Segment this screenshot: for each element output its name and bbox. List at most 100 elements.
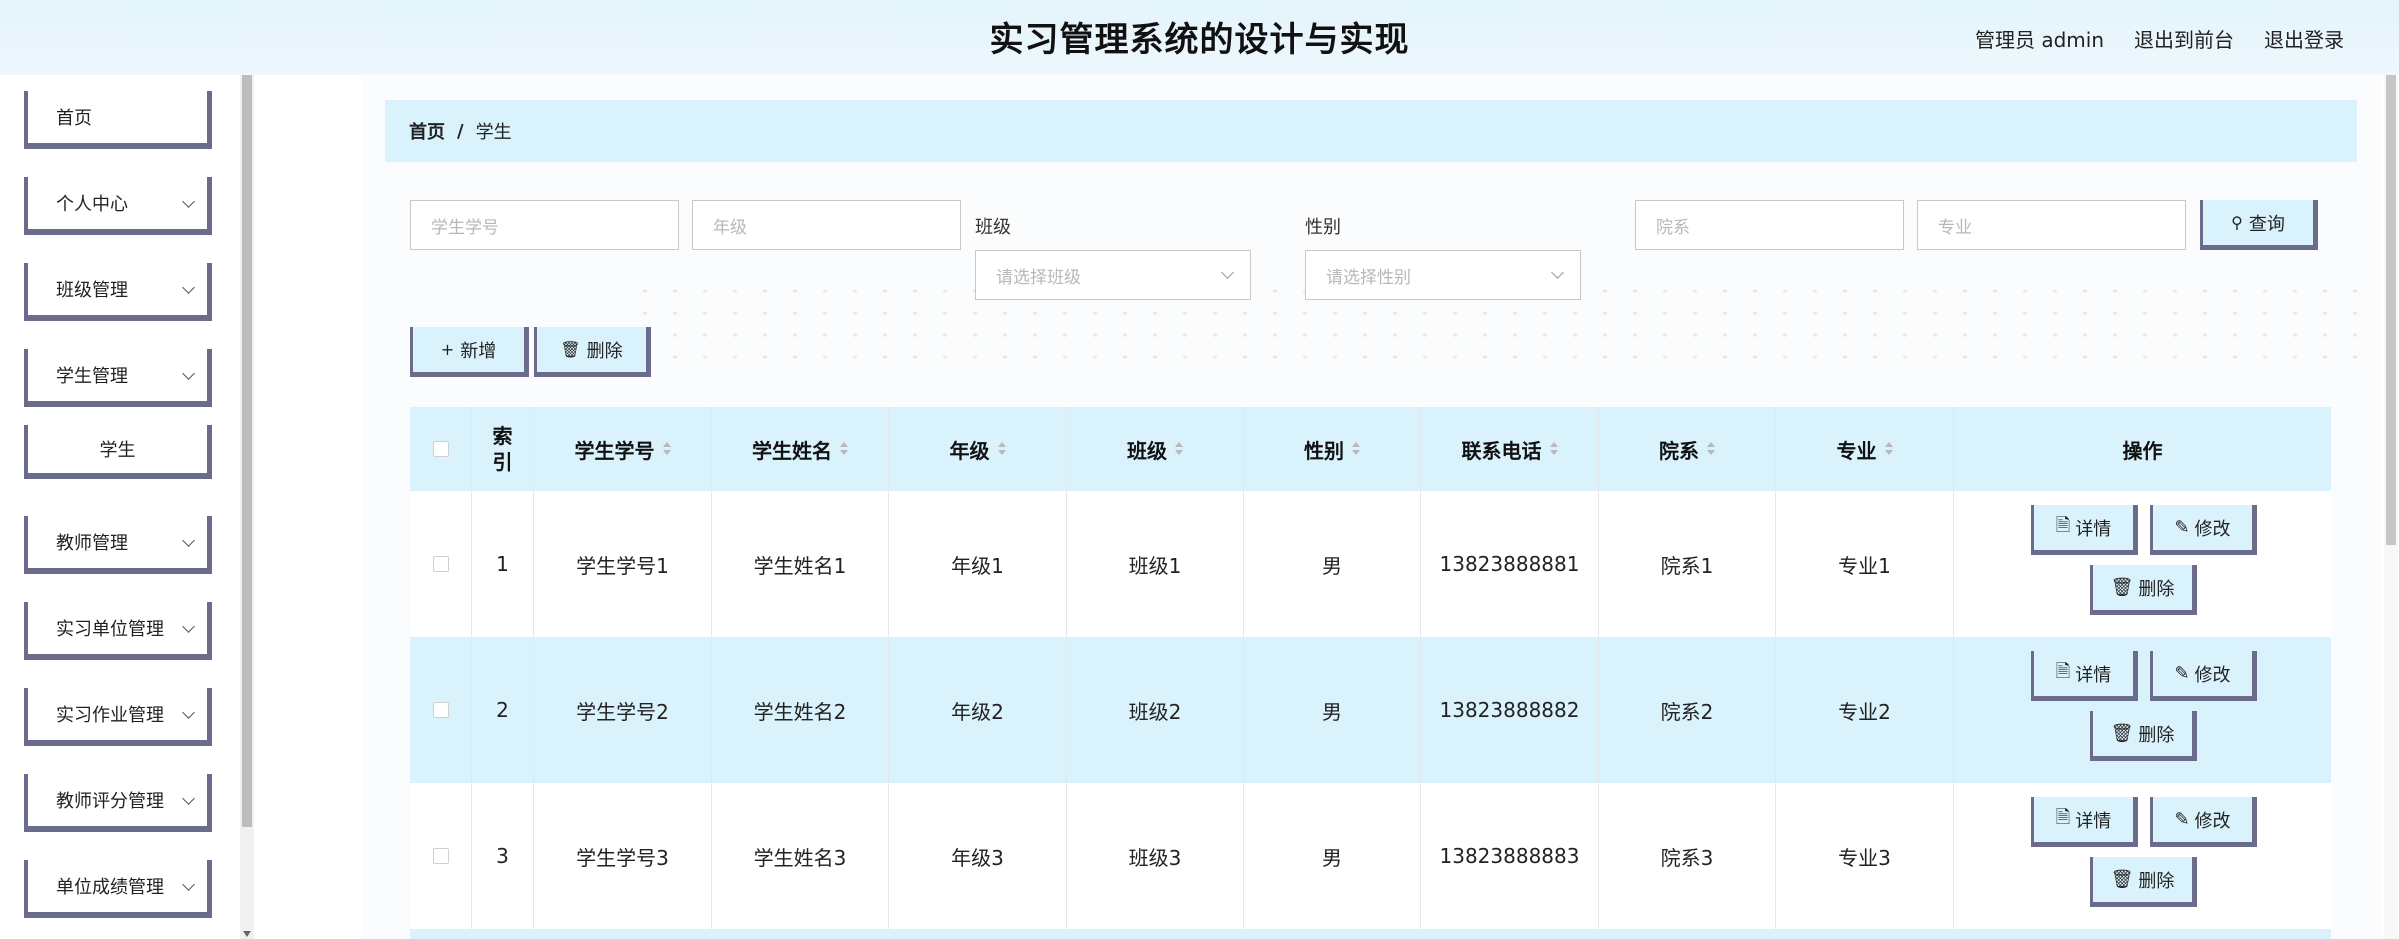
row-checkbox[interactable] — [432, 702, 449, 718]
delete-button[interactable]: 🗑 删除 — [2090, 857, 2197, 907]
header-gender[interactable]: 性别 — [1244, 407, 1421, 491]
sidebar-item-label: 学生 — [99, 440, 136, 461]
batch-delete-button[interactable]: 🗑 删除 — [534, 327, 651, 377]
detail-icon: 🗎 — [2055, 806, 2071, 828]
table-header: 索 引 学生学号 学生姓名 年级 班级 性别 联系电话 院系 专业 操作 — [410, 407, 2331, 491]
major-input[interactable]: 专业 — [1917, 200, 2186, 250]
chevron-down-icon — [182, 706, 195, 719]
header-phone[interactable]: 联系电话 — [1421, 407, 1599, 491]
edit-button[interactable]: ✎ 修改 — [2150, 505, 2257, 555]
row-checkbox[interactable] — [432, 556, 449, 572]
row-select[interactable] — [410, 491, 472, 637]
class-label: 班级 — [975, 217, 1011, 238]
header-label: 学生姓名 — [752, 438, 832, 463]
header-major[interactable]: 专业 — [1776, 407, 1954, 491]
select-all-checkbox[interactable] — [432, 441, 449, 457]
sidebar-item-class[interactable]: 班级管理 — [24, 263, 212, 321]
trash-icon: 🗑 — [2110, 869, 2134, 890]
sidebar-item-student[interactable]: 学生 — [24, 425, 212, 479]
sidebar-item-profile[interactable]: 个人中心 — [24, 177, 212, 235]
grade-input[interactable]: 年级 — [692, 200, 961, 250]
detail-icon: 🗎 — [2055, 514, 2071, 536]
cell-dept: 院系1 — [1599, 491, 1776, 637]
detail-button[interactable]: 🗎 详情 — [2031, 797, 2138, 847]
sidebar-item-unit-score[interactable]: 单位成绩管理 — [24, 860, 212, 918]
button-label: 删除 — [586, 340, 623, 362]
row-select[interactable] — [410, 783, 472, 929]
trash-icon: 🗑 — [2110, 723, 2134, 744]
sidebar-item-label: 首页 — [56, 108, 92, 129]
chevron-down-icon — [182, 878, 195, 891]
button-label: 修改 — [2194, 518, 2231, 540]
add-button[interactable]: + 新增 — [410, 327, 529, 377]
sidebar-item-home[interactable]: 首页 — [24, 91, 212, 149]
sidebar-item-homework[interactable]: 实习作业管理 — [24, 688, 212, 746]
cell-gender: 男 — [1244, 491, 1421, 637]
cell-grade: 年级3 — [889, 783, 1067, 929]
row-select[interactable] — [410, 637, 472, 783]
top-header: 实习管理系统的设计与实现 管理员 admin 退出到前台 退出登录 — [0, 0, 2399, 75]
delete-button[interactable]: 🗑 删除 — [2090, 565, 2197, 615]
chevron-down-icon — [182, 792, 195, 805]
detail-button[interactable]: 🗎 详情 — [2031, 505, 2138, 555]
cell-gender: 男 — [1244, 783, 1421, 929]
sort-icon[interactable] — [662, 441, 671, 457]
sidebar-item-unit[interactable]: 实习单位管理 — [24, 602, 212, 660]
header-grade[interactable]: 年级 — [889, 407, 1067, 491]
front-link[interactable]: 退出到前台 — [2134, 24, 2234, 53]
placeholder-text: 专业 — [1938, 217, 1972, 238]
header-label: 专业 — [1836, 438, 1877, 463]
placeholder-text: 院系 — [1656, 217, 1690, 238]
sidebar-item-teacher-score[interactable]: 教师评分管理 — [24, 774, 212, 832]
gender-select[interactable]: 请选择性别 — [1305, 250, 1581, 300]
sort-icon[interactable] — [1707, 441, 1715, 457]
edit-button[interactable]: ✎ 修改 — [2150, 797, 2257, 847]
row-checkbox[interactable] — [432, 848, 449, 864]
sort-icon[interactable] — [1549, 441, 1558, 457]
button-label: 详情 — [2075, 518, 2112, 540]
table-row: 3 学生学号3 学生姓名3 年级3 班级3 男 13823888883 院系3 … — [410, 783, 2331, 929]
cell-index: 1 — [472, 491, 534, 637]
sidebar-item-student-mgmt[interactable]: 学生管理 — [24, 349, 212, 407]
query-button[interactable]: ⚲ 查询 — [2200, 200, 2318, 250]
header-label: 班级 — [1127, 438, 1167, 463]
sidebar-item-label: 单位成绩管理 — [56, 877, 164, 898]
cell-student-no: 学生学号3 — [534, 783, 712, 929]
edit-button[interactable]: ✎ 修改 — [2150, 651, 2257, 701]
button-label: 详情 — [2075, 810, 2112, 832]
sidebar-item-teacher[interactable]: 教师管理 — [24, 516, 212, 574]
detail-button[interactable]: 🗎 详情 — [2031, 651, 2138, 701]
breadcrumb-current: 学生 — [475, 122, 512, 143]
sort-icon[interactable] — [1352, 441, 1360, 457]
dept-input[interactable]: 院系 — [1635, 200, 1904, 250]
header-select-all[interactable] — [410, 407, 472, 491]
scrollbar-thumb[interactable] — [2386, 75, 2396, 545]
header-student-no[interactable]: 学生学号 — [534, 407, 712, 491]
chevron-down-icon — [182, 620, 195, 633]
sidebar-scrollbar[interactable] — [240, 75, 254, 939]
sort-icon[interactable] — [1884, 441, 1893, 457]
header-student-name[interactable]: 学生姓名 — [712, 407, 889, 491]
chevron-down-icon — [1221, 266, 1234, 279]
delete-button[interactable]: 🗑 删除 — [2090, 711, 2197, 761]
chevron-down-icon — [182, 195, 195, 208]
search-icon: ⚲ — [2231, 213, 2243, 232]
sort-icon[interactable] — [840, 441, 848, 457]
button-label: 删除 — [2138, 578, 2175, 600]
student-no-input[interactable]: 学生学号 — [410, 200, 679, 250]
header-class[interactable]: 班级 — [1067, 407, 1244, 491]
sort-icon[interactable] — [1175, 441, 1183, 457]
scroll-down-arrow-icon[interactable] — [243, 931, 251, 937]
logout-link[interactable]: 退出登录 — [2264, 24, 2344, 53]
sort-icon[interactable] — [997, 441, 1006, 457]
main-scrollbar[interactable] — [2384, 75, 2398, 939]
chevron-down-icon — [182, 367, 195, 380]
class-select[interactable]: 请选择班级 — [975, 250, 1251, 300]
breadcrumb-home[interactable]: 首页 — [409, 118, 445, 144]
header-label: 年级 — [949, 438, 990, 463]
header-ops: 操作 — [2122, 438, 2163, 463]
button-label: 详情 — [2075, 664, 2112, 686]
breadcrumb: 首页 / 学生 — [385, 100, 2357, 162]
header-dept[interactable]: 院系 — [1599, 407, 1776, 491]
scrollbar-thumb[interactable] — [242, 75, 252, 827]
